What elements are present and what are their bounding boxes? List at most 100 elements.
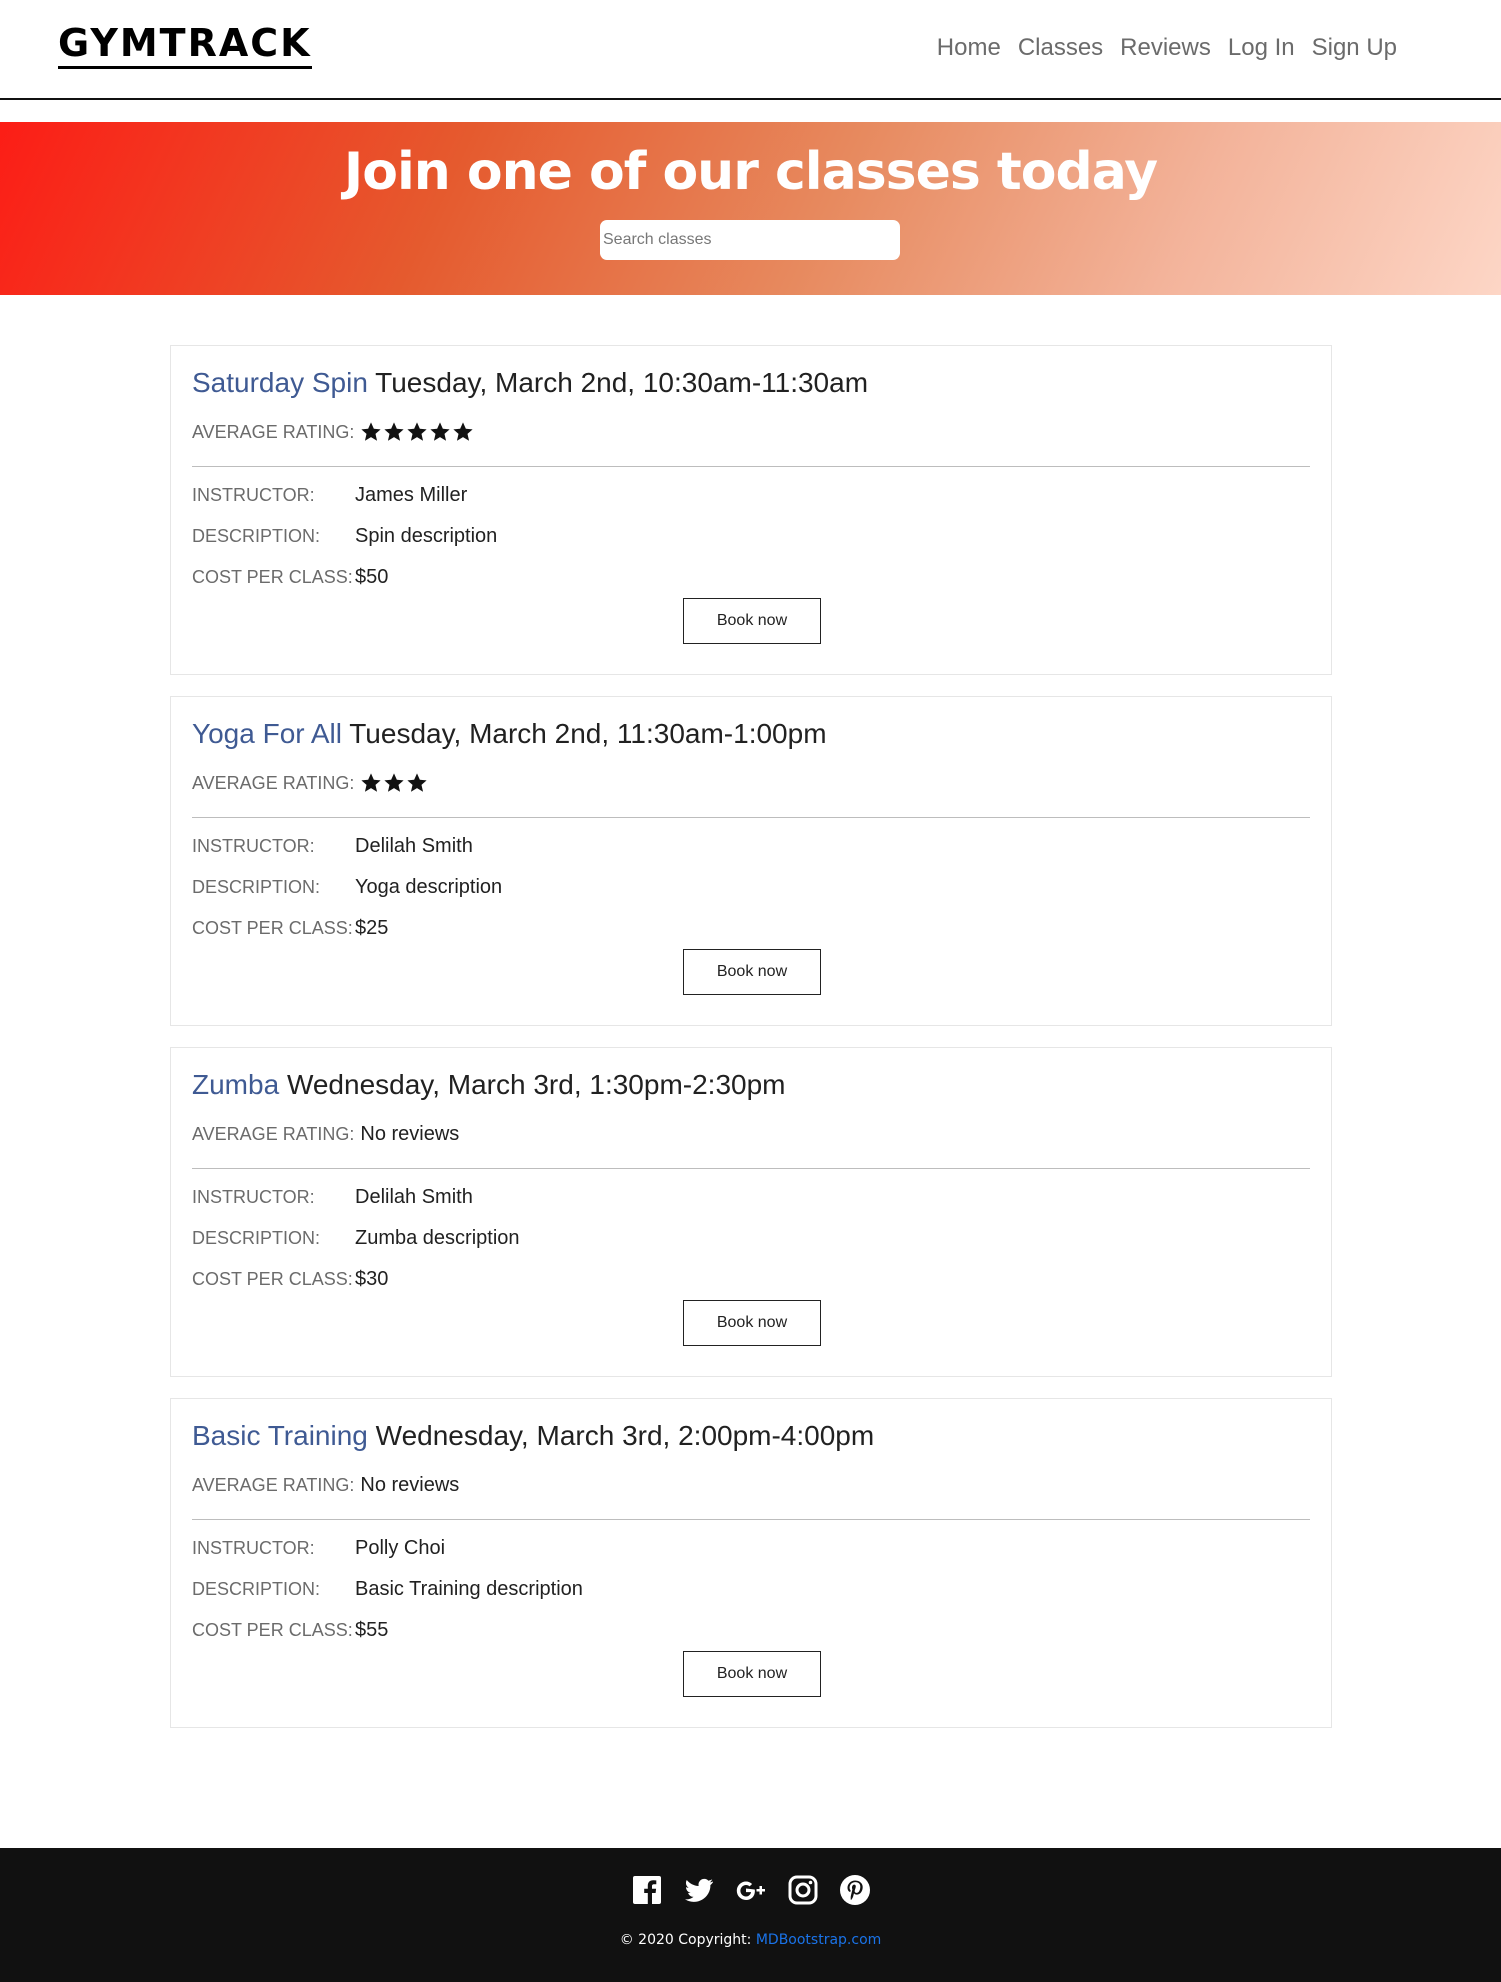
class-time: Wednesday, March 3rd, 1:30pm-2:30pm: [286, 1069, 786, 1100]
copyright: © 2020 Copyright: MDBootstrap.com: [0, 1932, 1501, 1948]
divider: [192, 1519, 1310, 1520]
nav-login-link[interactable]: Log In: [1228, 34, 1295, 62]
cost-value: $55: [355, 1619, 389, 1641]
nav-reviews-link[interactable]: Reviews: [1120, 34, 1211, 62]
instructor-row: INSTRUCTOR: Polly Choi: [192, 1528, 1310, 1569]
cost-row: COST PER CLASS: $25: [192, 908, 1310, 949]
description-label: DESCRIPTION:: [192, 526, 321, 546]
instructor-label: INSTRUCTOR:: [192, 485, 315, 505]
rating-row: AVERAGE RATING:: [192, 765, 1310, 801]
description-label: DESCRIPTION:: [192, 1579, 321, 1599]
cost-value: $25: [355, 917, 389, 939]
description-value: Zumba description: [355, 1227, 520, 1249]
class-info: INSTRUCTOR: James Miller DESCRIPTION: Sp…: [192, 475, 1310, 598]
divider: [192, 817, 1310, 818]
cost-row: COST PER CLASS: $30: [192, 1259, 1310, 1300]
cost-label: COST PER CLASS:: [192, 1620, 353, 1640]
rating-stars: [360, 772, 429, 794]
instructor-row: INSTRUCTOR: Delilah Smith: [192, 1177, 1310, 1218]
nav-home-link[interactable]: Home: [937, 34, 1001, 62]
star-icon: [430, 422, 450, 441]
instagram-icon[interactable]: [787, 1874, 819, 1906]
class-card: Basic Training Wednesday, March 3rd, 2:0…: [170, 1398, 1332, 1728]
rating-text: No reviews: [360, 1473, 460, 1496]
star-icon: [453, 422, 473, 441]
description-row: DESCRIPTION: Spin description: [192, 516, 1310, 557]
nav-links: Home Classes Reviews Log In Sign Up: [920, 34, 1397, 62]
class-time: Tuesday, March 2nd, 11:30am-1:00pm: [349, 718, 827, 749]
star-icon: [384, 773, 404, 792]
star-icon: [384, 422, 404, 441]
description-value: Spin description: [355, 525, 498, 547]
star-icon: [361, 422, 381, 441]
class-name[interactable]: Yoga For All: [192, 718, 342, 749]
rating-stars: [360, 421, 475, 443]
nav-classes-link[interactable]: Classes: [1018, 34, 1103, 62]
rating-label: AVERAGE RATING:: [192, 1123, 355, 1144]
description-value: Yoga description: [355, 876, 503, 898]
rating-label: AVERAGE RATING:: [192, 772, 355, 793]
instructor-row: INSTRUCTOR: James Miller: [192, 475, 1310, 516]
class-heading: Saturday Spin Tuesday, March 2nd, 10:30a…: [192, 366, 1310, 402]
class-name[interactable]: Saturday Spin: [192, 367, 368, 398]
class-heading: Yoga For All Tuesday, March 2nd, 11:30am…: [192, 717, 1310, 753]
hero-banner: Join one of our classes today: [0, 122, 1501, 295]
divider: [192, 1168, 1310, 1169]
book-now-button[interactable]: Book now: [683, 598, 821, 644]
class-card: Zumba Wednesday, March 3rd, 1:30pm-2:30p…: [170, 1047, 1332, 1377]
rating-label: AVERAGE RATING:: [192, 421, 355, 442]
instructor-label: INSTRUCTOR:: [192, 836, 315, 856]
instructor-label: INSTRUCTOR:: [192, 1187, 315, 1207]
cost-value: $50: [355, 566, 389, 588]
class-card: Yoga For All Tuesday, March 2nd, 11:30am…: [170, 696, 1332, 1026]
book-now-button[interactable]: Book now: [683, 949, 821, 995]
star-icon: [407, 773, 427, 792]
description-label: DESCRIPTION:: [192, 1228, 321, 1248]
cost-value: $30: [355, 1268, 389, 1290]
instructor-value: Delilah Smith: [355, 1186, 473, 1208]
instructor-value: James Miller: [355, 484, 468, 506]
class-info: INSTRUCTOR: Delilah Smith DESCRIPTION: Z…: [192, 1177, 1310, 1300]
star-icon: [407, 422, 427, 441]
description-label: DESCRIPTION:: [192, 877, 321, 897]
google-plus-icon[interactable]: [735, 1874, 767, 1906]
cost-row: COST PER CLASS: $50: [192, 557, 1310, 598]
pinterest-icon[interactable]: [839, 1874, 871, 1906]
class-info: INSTRUCTOR: Delilah Smith DESCRIPTION: Y…: [192, 826, 1310, 949]
brand-logo[interactable]: GYMTRACK: [58, 24, 312, 69]
copyright-link[interactable]: MDBootstrap.com: [756, 1932, 881, 1948]
class-time: Wednesday, March 3rd, 2:00pm-4:00pm: [375, 1420, 875, 1451]
facebook-icon[interactable]: [631, 1874, 663, 1906]
instructor-value: Delilah Smith: [355, 835, 473, 857]
class-time: Tuesday, March 2nd, 10:30am-11:30am: [375, 367, 869, 398]
rating-row: AVERAGE RATING: No reviews: [192, 1116, 1310, 1152]
class-name[interactable]: Basic Training: [192, 1420, 368, 1451]
search-classes-input[interactable]: [600, 220, 900, 260]
class-card: Saturday Spin Tuesday, March 2nd, 10:30a…: [170, 345, 1332, 675]
cost-label: COST PER CLASS:: [192, 918, 353, 938]
book-now-button[interactable]: Book now: [683, 1300, 821, 1346]
cost-label: COST PER CLASS:: [192, 1269, 353, 1289]
class-info: INSTRUCTOR: Polly Choi DESCRIPTION: Basi…: [192, 1528, 1310, 1651]
instructor-label: INSTRUCTOR:: [192, 1538, 315, 1558]
rating-text: No reviews: [360, 1122, 460, 1145]
book-now-button[interactable]: Book now: [683, 1651, 821, 1697]
class-heading: Basic Training Wednesday, March 3rd, 2:0…: [192, 1419, 1310, 1455]
description-row: DESCRIPTION: Zumba description: [192, 1218, 1310, 1259]
social-links: [0, 1874, 1501, 1906]
nav-signup-link[interactable]: Sign Up: [1312, 34, 1397, 62]
hero-title: Join one of our classes today: [343, 142, 1158, 202]
copyright-text: © 2020 Copyright:: [619, 1932, 752, 1948]
description-row: DESCRIPTION: Basic Training description: [192, 1569, 1310, 1610]
footer: © 2020 Copyright: MDBootstrap.com: [0, 1848, 1501, 1982]
description-row: DESCRIPTION: Yoga description: [192, 867, 1310, 908]
class-heading: Zumba Wednesday, March 3rd, 1:30pm-2:30p…: [192, 1068, 1310, 1104]
divider: [192, 466, 1310, 467]
navbar: GYMTRACK Home Classes Reviews Log In Sig…: [0, 0, 1501, 100]
twitter-icon[interactable]: [683, 1874, 715, 1906]
class-name[interactable]: Zumba: [192, 1069, 279, 1100]
class-list: Saturday Spin Tuesday, March 2nd, 10:30a…: [170, 345, 1332, 1749]
rating-label: AVERAGE RATING:: [192, 1474, 355, 1495]
rating-row: AVERAGE RATING: No reviews: [192, 1467, 1310, 1503]
description-value: Basic Training description: [355, 1578, 583, 1600]
